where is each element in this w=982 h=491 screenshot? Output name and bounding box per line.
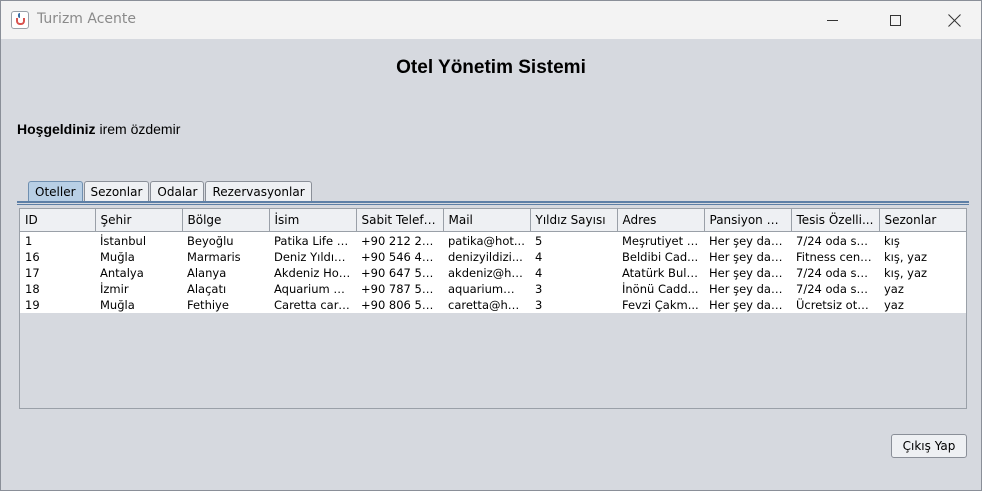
column-header-yildiz-sayisi[interactable]: Yıldız Sayısı (530, 209, 618, 232)
table-cell: yaz (879, 280, 966, 297)
table-cell: 7/24 oda ser... (791, 280, 879, 297)
table-row[interactable]: 18 İzmir Alaçatı Aquarium H... +90 787 5… (20, 280, 966, 297)
table-cell: 1 (20, 231, 95, 249)
column-header-bolge[interactable]: Bölge (182, 209, 270, 232)
table-cell: Fevzi Çakm... (617, 296, 704, 313)
column-header-sabit-telefon[interactable]: Sabit Telefon (356, 209, 444, 232)
table-cell: Ücretsiz oto... (791, 296, 879, 313)
window-title: Turizm Acente (37, 11, 136, 27)
tab-oteller[interactable]: Oteller (28, 181, 83, 202)
table-cell: caretta@hot... (443, 296, 530, 313)
table-cell: Caretta care... (269, 296, 356, 313)
table-header-row: ID Şehir Bölge İsim Sabit Telefon Mail Y… (20, 209, 966, 232)
table-cell: 19 (20, 296, 95, 313)
minimize-icon (826, 19, 838, 21)
table-cell: kış, yaz (879, 264, 966, 281)
table-cell: 16 (20, 248, 95, 265)
table-cell: 3 (530, 296, 617, 313)
table-cell: Fethiye (182, 296, 269, 313)
maximize-icon (889, 14, 901, 26)
app-window: Turizm Acente Otel Yönetim Sistemi Hoşge… (0, 0, 982, 491)
table-cell: Her şey dah... (704, 248, 791, 265)
table-cell: Deniz Yıldızı ... (269, 248, 356, 265)
table-cell: Patika Life İ... (269, 231, 356, 249)
table-cell: denizyildizi... (443, 248, 530, 265)
table-cell: Beldibi Cad... (617, 248, 704, 265)
table-cell: Alanya (182, 264, 269, 281)
table-cell: 18 (20, 280, 95, 297)
table-cell: 4 (530, 264, 617, 281)
table-cell: 17 (20, 264, 95, 281)
column-header-adres[interactable]: Adres (617, 209, 705, 232)
table-cell: Meşrutiyet C... (617, 231, 704, 249)
close-icon (948, 13, 962, 27)
table-cell: Akdeniz Holi... (269, 264, 356, 281)
maximize-button[interactable] (870, 1, 920, 39)
table-cell: Atatürk Bulv... (617, 264, 704, 281)
table-cell: Aquarium H... (269, 280, 356, 297)
table-cell: Her şey dah... (704, 296, 791, 313)
table-cell: 5 (530, 231, 617, 249)
table-cell: 7/24 oda ser... (791, 264, 879, 281)
close-button[interactable] (930, 1, 980, 39)
table-row[interactable]: 19 Muğla Fethiye Caretta care... +90 806… (20, 296, 966, 313)
java-cup-icon (11, 11, 29, 29)
column-header-sezonlar[interactable]: Sezonlar (879, 209, 966, 232)
column-header-pansiyon-tipi[interactable]: Pansiyon Ti... (704, 209, 792, 232)
column-header-sehir[interactable]: Şehir (95, 209, 183, 232)
column-header-id[interactable]: ID (20, 209, 96, 232)
table-cell: Fitness cent... (791, 248, 879, 265)
column-header-isim[interactable]: İsim (269, 209, 357, 232)
table-cell: +90 212 29... (356, 231, 443, 249)
tab-divider (17, 201, 969, 205)
table-row[interactable]: 17 Antalya Alanya Akdeniz Holi... +90 64… (20, 264, 966, 281)
column-header-mail[interactable]: Mail (443, 209, 531, 232)
minimize-button[interactable] (807, 1, 857, 39)
table-cell: +90 647 56... (356, 264, 443, 281)
table-cell: 4 (530, 248, 617, 265)
table-cell: Her şey dah... (704, 280, 791, 297)
tab-odalar[interactable]: Odalar (150, 181, 205, 202)
table-cell: İzmir (95, 280, 182, 297)
table-cell: Her şey dah... (704, 231, 791, 249)
table-cell: kış (879, 231, 966, 249)
table-cell: kış, yaz (879, 248, 966, 265)
tab-bar: Oteller Sezonlar Odalar Rezervasyonlar (28, 181, 313, 202)
table-cell: Alaçatı (182, 280, 269, 297)
table-cell: 7/24 oda ser... (791, 231, 879, 249)
welcome-label: Hoşgeldiniz (17, 121, 96, 137)
welcome-message: Hoşgeldiniz irem özdemir (17, 121, 180, 137)
column-header-tesis-ozellikleri[interactable]: Tesis Özelli... (791, 209, 880, 232)
table-cell: +90 806 54... (356, 296, 443, 313)
logout-button[interactable]: Çıkış Yap (891, 434, 967, 458)
page-title: Otel Yönetim Sistemi (396, 57, 586, 78)
table-cell: Muğla (95, 248, 182, 265)
table-cell: Her şey dah... (704, 264, 791, 281)
table-cell: Marmaris (182, 248, 269, 265)
title-bar[interactable]: Turizm Acente (1, 1, 981, 39)
table-row[interactable]: 1 İstanbul Beyoğlu Patika Life İ... +90 … (20, 231, 966, 249)
tab-rezervasyonlar[interactable]: Rezervasyonlar (205, 181, 312, 202)
table-cell: İnönü Cadd... (617, 280, 704, 297)
hotels-table[interactable]: ID Şehir Bölge İsim Sabit Telefon Mail Y… (19, 208, 967, 409)
table-cell: aquarium@... (443, 280, 530, 297)
table-cell: yaz (879, 296, 966, 313)
table-cell: akdeniz@ho... (443, 264, 530, 281)
table-cell: patika@hot... (443, 231, 530, 249)
table-row[interactable]: 16 Muğla Marmaris Deniz Yıldızı ... +90 … (20, 248, 966, 265)
user-name: irem özdemir (99, 121, 181, 137)
table-cell: Antalya (95, 264, 182, 281)
table-cell: +90 546 45... (356, 248, 443, 265)
table-cell: Beyoğlu (182, 231, 269, 249)
table-cell: 3 (530, 280, 617, 297)
tab-sezonlar[interactable]: Sezonlar (83, 181, 150, 202)
table-cell: Muğla (95, 296, 182, 313)
table-cell: +90 787 56... (356, 280, 443, 297)
table-cell: İstanbul (95, 231, 182, 249)
